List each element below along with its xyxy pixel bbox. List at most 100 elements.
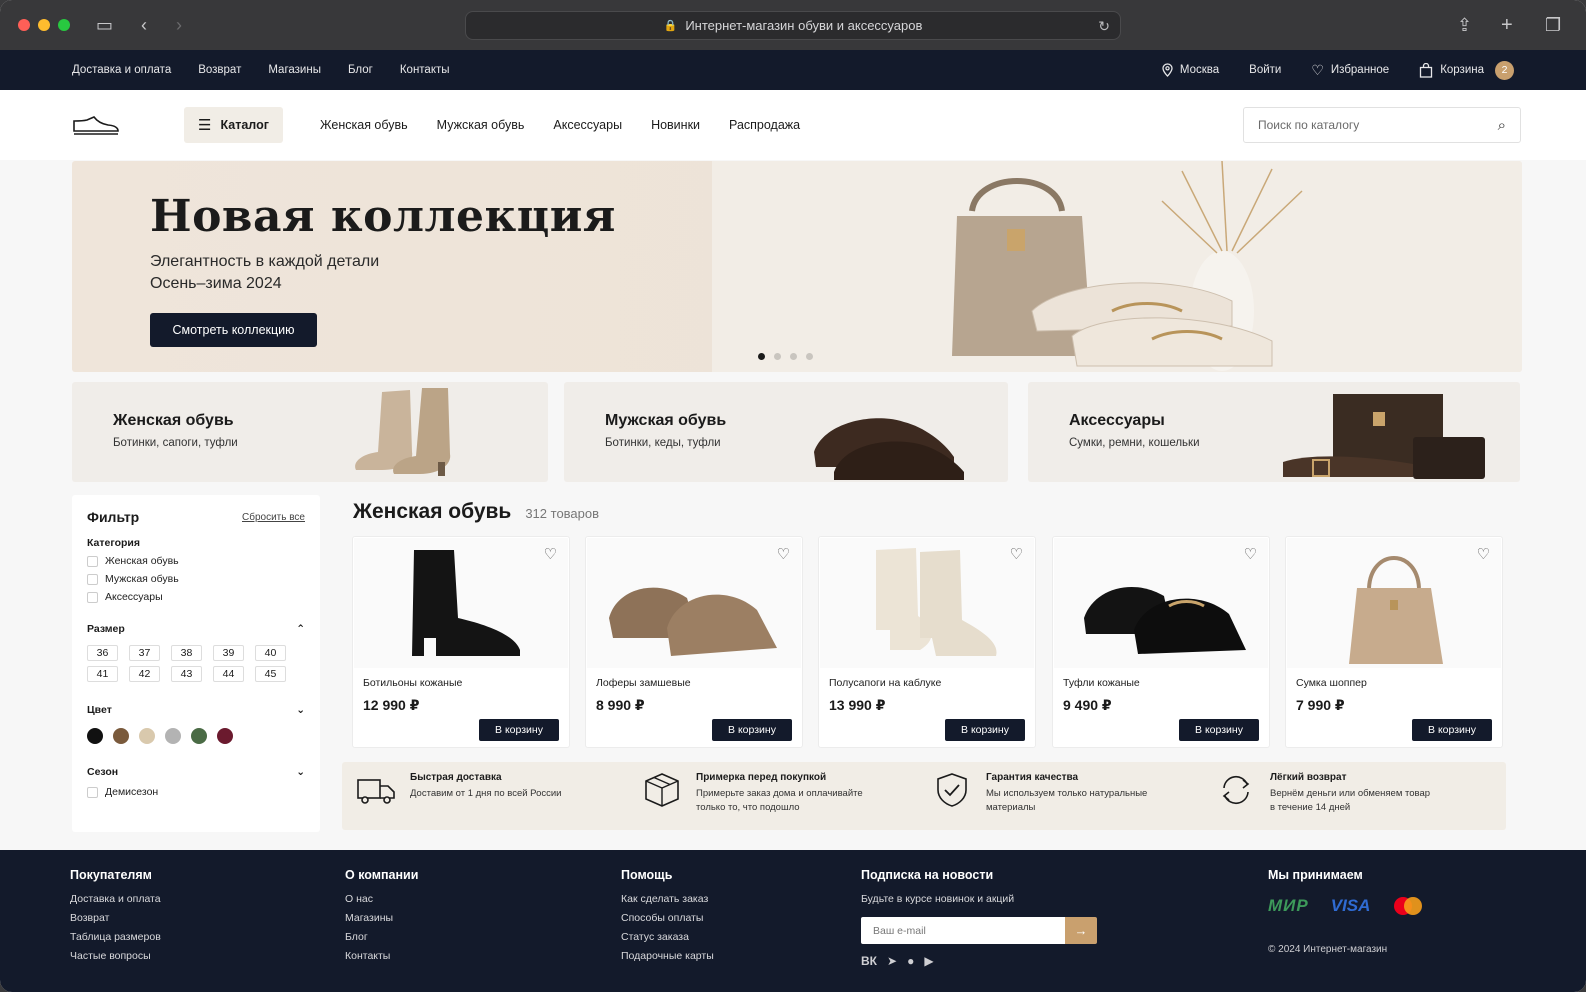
carousel-dot[interactable] — [790, 353, 797, 360]
carousel-dot[interactable] — [774, 353, 781, 360]
back-icon[interactable]: ‹ — [141, 15, 147, 35]
reload-icon[interactable]: ↻ — [1098, 18, 1110, 35]
add-to-cart-button[interactable]: В корзину — [479, 719, 559, 741]
youtube-icon[interactable]: ▶ — [924, 954, 933, 968]
filter-checkbox-men[interactable]: Мужская обувь — [87, 573, 305, 585]
filter-color-toggle[interactable]: Цвет ⌄ — [87, 704, 305, 716]
catalog-button[interactable]: ☰ Каталог — [184, 107, 283, 143]
footer-link[interactable]: Как сделать заказ — [621, 890, 714, 909]
payment-logos: МИР VISA — [1268, 896, 1424, 916]
size-option[interactable]: 45 — [255, 666, 286, 682]
carousel-dot[interactable] — [806, 353, 813, 360]
minimize-window-button[interactable] — [38, 19, 50, 31]
add-to-cart-button[interactable]: В корзину — [1179, 719, 1259, 741]
vk-icon[interactable]: ВК — [861, 954, 877, 968]
footer-link[interactable]: Доставка и оплата — [70, 890, 161, 909]
category-card-women[interactable]: Женская обувь Ботинки, сапоги, туфли — [72, 382, 548, 482]
tabs-overview-icon[interactable]: ❐ — [1545, 15, 1561, 35]
size-option[interactable]: 41 — [87, 666, 118, 682]
favorite-heart-icon[interactable]: ♡ — [1244, 545, 1257, 563]
filter-checkbox-accessories[interactable]: Аксессуары — [87, 591, 305, 603]
add-to-cart-button[interactable]: В корзину — [945, 719, 1025, 741]
size-option[interactable]: 42 — [129, 666, 160, 682]
checkbox-icon[interactable] — [87, 786, 98, 798]
color-swatch[interactable] — [87, 728, 103, 744]
favorites-link[interactable]: ♡ Избранное — [1311, 62, 1389, 79]
new-tab-icon[interactable]: + — [1501, 15, 1513, 35]
top-link-return[interactable]: Возврат — [198, 64, 241, 76]
footer-link[interactable]: Блог — [345, 928, 418, 947]
filter-size-toggle[interactable]: Размер ⌃ — [87, 623, 305, 635]
size-option[interactable]: 39 — [213, 645, 244, 661]
size-option[interactable]: 40 — [255, 645, 286, 661]
footer-link[interactable]: Возврат — [70, 909, 161, 928]
checkbox-label: Демисезон — [105, 786, 159, 798]
color-swatch[interactable] — [165, 728, 181, 744]
nav-new[interactable]: Новинки — [651, 118, 700, 132]
product-card[interactable]: ♡ Ботильоны кожаные 12 990 ₽ В корзину — [352, 536, 570, 748]
add-to-cart-button[interactable]: В корзину — [1412, 719, 1492, 741]
size-option[interactable]: 44 — [213, 666, 244, 682]
color-swatch[interactable] — [217, 728, 233, 744]
favorite-heart-icon[interactable]: ♡ — [544, 545, 557, 563]
footer-link[interactable]: Подарочные карты — [621, 947, 714, 966]
size-option[interactable]: 43 — [171, 666, 202, 682]
sidebar-toggle-icon[interactable]: ▭ — [96, 15, 113, 35]
top-link-delivery[interactable]: Доставка и оплата — [72, 64, 171, 76]
city-selector[interactable]: Москва — [1162, 63, 1219, 77]
forward-icon[interactable]: › — [176, 15, 182, 35]
product-card[interactable]: ♡ Туфли кожаные 9 490 ₽ В корзину — [1052, 536, 1270, 748]
close-window-button[interactable] — [18, 19, 30, 31]
login-link[interactable]: Войти — [1249, 64, 1281, 76]
footer-link[interactable]: Статус заказа — [621, 928, 714, 947]
filter-season-toggle[interactable]: Сезон ⌄ — [87, 766, 305, 778]
cart-link[interactable]: Корзина 2 — [1419, 60, 1514, 80]
address-bar[interactable]: 🔒 Интернет-магазин обуви и аксессуаров ↻ — [465, 11, 1121, 40]
size-option[interactable]: 38 — [171, 645, 202, 661]
product-card[interactable]: ♡ Полусапоги на каблуке 13 990 ₽ В корзи… — [818, 536, 1036, 748]
subscribe-submit-button[interactable]: → — [1065, 917, 1097, 944]
color-swatch[interactable] — [139, 728, 155, 744]
color-swatch[interactable] — [113, 728, 129, 744]
category-card-accessories[interactable]: Аксессуары Сумки, ремни, кошельки — [1028, 382, 1520, 482]
search-input[interactable]: Поиск по каталогу ⌕ — [1243, 107, 1521, 143]
checkbox-icon[interactable] — [87, 591, 98, 603]
checkbox-icon[interactable] — [87, 555, 98, 567]
reset-filters-link[interactable]: Сбросить все — [242, 512, 305, 523]
product-card[interactable]: ♡ Лоферы замшевые 8 990 ₽ В корзину — [585, 536, 803, 748]
filter-checkbox-women[interactable]: Женская обувь — [87, 555, 305, 567]
zoom-window-button[interactable] — [58, 19, 70, 31]
size-option[interactable]: 37 — [129, 645, 160, 661]
nav-men[interactable]: Мужская обувь — [437, 118, 525, 132]
share-icon[interactable]: ⇪ — [1457, 15, 1472, 35]
checkbox-icon[interactable] — [87, 573, 98, 585]
top-link-contacts[interactable]: Контакты — [400, 64, 450, 76]
search-icon[interactable]: ⌕ — [1498, 117, 1506, 134]
top-link-stores[interactable]: Магазины — [268, 64, 321, 76]
nav-accessories[interactable]: Аксессуары — [553, 118, 622, 132]
footer-link[interactable]: Магазины — [345, 909, 418, 928]
top-link-blog[interactable]: Блог — [348, 64, 373, 76]
footer-link[interactable]: Контакты — [345, 947, 418, 966]
product-card[interactable]: ♡ Сумка шоппер 7 990 ₽ В корзину — [1285, 536, 1503, 748]
nav-sale[interactable]: Распродажа — [729, 118, 800, 132]
category-card-men[interactable]: Мужская обувь Ботинки, кеды, туфли — [564, 382, 1008, 482]
footer-link[interactable]: Частые вопросы — [70, 947, 161, 966]
view-collection-button[interactable]: Смотреть коллекцию — [150, 313, 317, 347]
footer-link[interactable]: Таблица размеров — [70, 928, 161, 947]
shoe-logo-icon[interactable] — [72, 113, 120, 137]
footer-link[interactable]: Способы оплаты — [621, 909, 714, 928]
nav-women[interactable]: Женская обувь — [320, 118, 408, 132]
footer-link[interactable]: О нас — [345, 890, 418, 909]
favorite-heart-icon[interactable]: ♡ — [1477, 545, 1490, 563]
odnoklassniki-icon[interactable]: ● — [907, 954, 914, 968]
telegram-icon[interactable]: ➤ — [887, 954, 897, 968]
color-swatch[interactable] — [191, 728, 207, 744]
filter-checkbox-season[interactable]: Демисезон — [87, 786, 305, 798]
favorite-heart-icon[interactable]: ♡ — [777, 545, 790, 563]
add-to-cart-button[interactable]: В корзину — [712, 719, 792, 741]
email-field[interactable]: Ваш e-mail — [861, 917, 1065, 944]
carousel-dot[interactable] — [758, 353, 765, 360]
size-option[interactable]: 36 — [87, 645, 118, 661]
favorite-heart-icon[interactable]: ♡ — [1010, 545, 1023, 563]
